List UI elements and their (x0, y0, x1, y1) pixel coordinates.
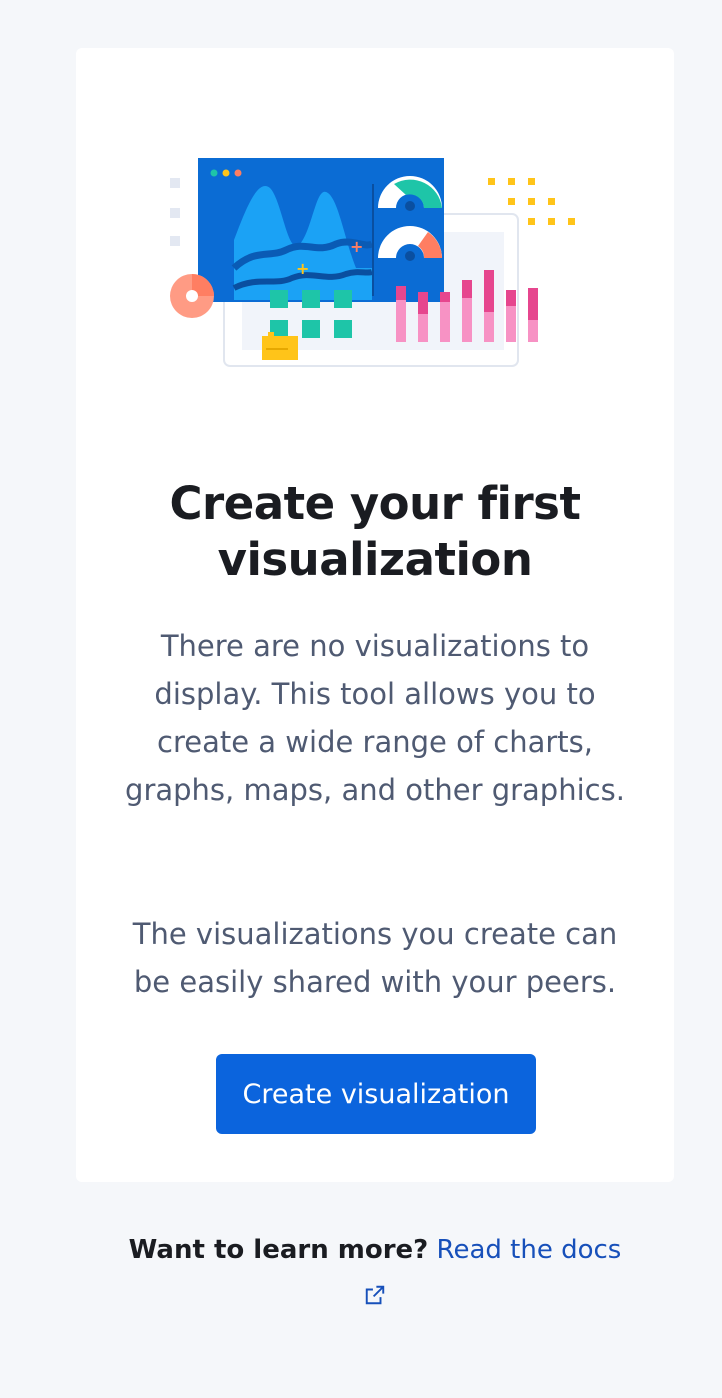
dashboard-visualization-illustration: + + (170, 158, 575, 367)
empty-state-sharing-note: The visualizations you create can be eas… (132, 917, 618, 999)
empty-state-panel: + + Create your first visualization Ther… (76, 48, 674, 1182)
learn-more-footer: Want to learn more? Read the docs (76, 1228, 674, 1316)
title-line-1: Create your first (169, 477, 581, 530)
svg-text:+: + (296, 259, 309, 278)
svg-text:+: + (350, 237, 363, 256)
external-link-icon (365, 1285, 385, 1304)
learn-more-question: Want to learn more? (128, 1235, 429, 1265)
empty-state-description: There are no visualizations to display. … (125, 629, 625, 807)
create-visualization-button[interactable]: Create visualization (216, 1054, 536, 1134)
empty-state-title: Create your first visualization (76, 476, 674, 588)
title-line-2: visualization (217, 533, 533, 586)
read-the-docs-label: Read the docs (436, 1235, 622, 1265)
